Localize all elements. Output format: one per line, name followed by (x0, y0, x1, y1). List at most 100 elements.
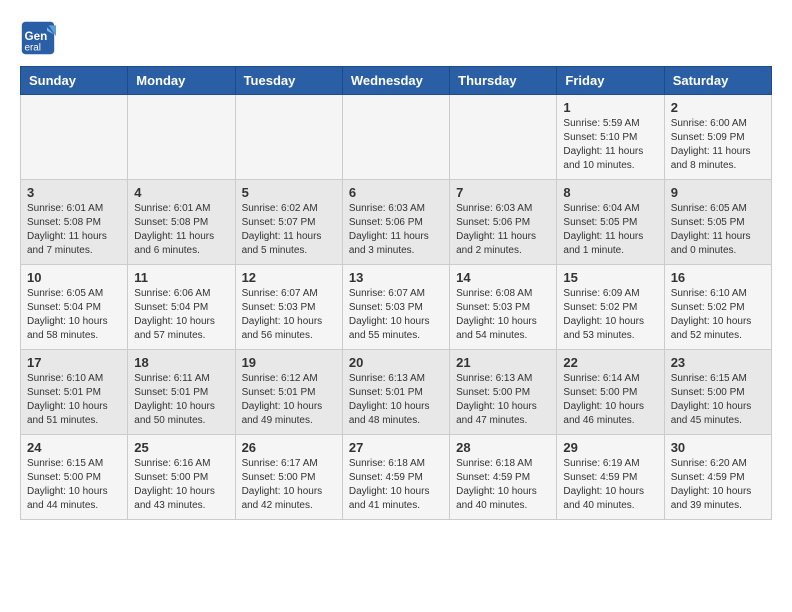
calendar-cell: 5 Sunrise: 6:02 AM Sunset: 5:07 PM Daylig… (235, 180, 342, 265)
calendar-body: 1 Sunrise: 5:59 AM Sunset: 5:10 PM Daylig… (21, 95, 772, 520)
day-number: 19 (242, 355, 336, 370)
calendar-cell: 26 Sunrise: 6:17 AM Sunset: 5:00 PM Dayli… (235, 435, 342, 520)
day-number: 8 (563, 185, 657, 200)
day-info: Sunrise: 6:01 AM Sunset: 5:08 PM Dayligh… (134, 202, 228, 258)
calendar-cell: 7 Sunrise: 6:03 AM Sunset: 5:06 PM Daylig… (450, 180, 557, 265)
day-info: Sunrise: 6:20 AM Sunset: 4:59 PM Dayligh… (671, 457, 765, 513)
calendar-cell: 3 Sunrise: 6:01 AM Sunset: 5:08 PM Daylig… (21, 180, 128, 265)
day-info: Sunrise: 6:14 AM Sunset: 5:00 PM Dayligh… (563, 372, 657, 428)
day-info: Sunrise: 6:03 AM Sunset: 5:06 PM Dayligh… (456, 202, 550, 258)
day-info: Sunrise: 6:10 AM Sunset: 5:02 PM Dayligh… (671, 287, 765, 343)
header-day-saturday: Saturday (664, 67, 771, 95)
logo-icon: Gen eral (20, 20, 56, 56)
calendar-cell: 22 Sunrise: 6:14 AM Sunset: 5:00 PM Dayli… (557, 350, 664, 435)
day-info: Sunrise: 6:08 AM Sunset: 5:03 PM Dayligh… (456, 287, 550, 343)
day-info: Sunrise: 6:15 AM Sunset: 5:00 PM Dayligh… (671, 372, 765, 428)
day-number: 4 (134, 185, 228, 200)
calendar-cell: 18 Sunrise: 6:11 AM Sunset: 5:01 PM Dayli… (128, 350, 235, 435)
header-row: SundayMondayTuesdayWednesdayThursdayFrid… (21, 67, 772, 95)
day-number: 5 (242, 185, 336, 200)
day-number: 1 (563, 100, 657, 115)
calendar-cell: 6Sunrise: 6:03 AM Sunset: 5:06 PM Daylig… (342, 180, 449, 265)
day-info: Sunrise: 6:00 AM Sunset: 5:09 PM Dayligh… (671, 117, 765, 173)
day-number: 27 (349, 440, 443, 455)
day-info: Sunrise: 6:07 AM Sunset: 5:03 PM Dayligh… (349, 287, 443, 343)
calendar-cell: 14Sunrise: 6:08 AM Sunset: 5:03 PM Dayli… (450, 265, 557, 350)
calendar-cell: 2 Sunrise: 6:00 AM Sunset: 5:09 PM Daylig… (664, 95, 771, 180)
calendar-cell (450, 95, 557, 180)
day-info: Sunrise: 6:07 AM Sunset: 5:03 PM Dayligh… (242, 287, 336, 343)
calendar-cell: 4 Sunrise: 6:01 AM Sunset: 5:08 PM Daylig… (128, 180, 235, 265)
calendar-table: SundayMondayTuesdayWednesdayThursdayFrid… (20, 66, 772, 520)
day-number: 17 (27, 355, 121, 370)
day-info: Sunrise: 6:03 AM Sunset: 5:06 PM Dayligh… (349, 202, 443, 258)
svg-text:Gen: Gen (25, 30, 48, 43)
day-number: 9 (671, 185, 765, 200)
day-info: Sunrise: 6:04 AM Sunset: 5:05 PM Dayligh… (563, 202, 657, 258)
week-row-5: 24Sunrise: 6:15 AM Sunset: 5:00 PM Dayli… (21, 435, 772, 520)
day-number: 29 (563, 440, 657, 455)
calendar-cell: 25 Sunrise: 6:16 AM Sunset: 5:00 PM Dayli… (128, 435, 235, 520)
day-number: 2 (671, 100, 765, 115)
day-number: 12 (242, 270, 336, 285)
logo: Gen eral (20, 20, 60, 56)
week-row-3: 10 Sunrise: 6:05 AM Sunset: 5:04 PM Dayli… (21, 265, 772, 350)
day-info: Sunrise: 6:13 AM Sunset: 5:00 PM Dayligh… (456, 372, 550, 428)
calendar-cell: 9 Sunrise: 6:05 AM Sunset: 5:05 PM Daylig… (664, 180, 771, 265)
calendar-cell: 1 Sunrise: 5:59 AM Sunset: 5:10 PM Daylig… (557, 95, 664, 180)
day-number: 3 (27, 185, 121, 200)
day-info: Sunrise: 6:02 AM Sunset: 5:07 PM Dayligh… (242, 202, 336, 258)
week-row-1: 1 Sunrise: 5:59 AM Sunset: 5:10 PM Daylig… (21, 95, 772, 180)
svg-text:eral: eral (25, 43, 41, 54)
calendar-cell: 28Sunrise: 6:18 AM Sunset: 4:59 PM Dayli… (450, 435, 557, 520)
calendar-cell: 21 Sunrise: 6:13 AM Sunset: 5:00 PM Dayli… (450, 350, 557, 435)
week-row-2: 3 Sunrise: 6:01 AM Sunset: 5:08 PM Daylig… (21, 180, 772, 265)
calendar-cell: 10 Sunrise: 6:05 AM Sunset: 5:04 PM Dayli… (21, 265, 128, 350)
day-info: Sunrise: 6:18 AM Sunset: 4:59 PM Dayligh… (349, 457, 443, 513)
calendar-cell: 29 Sunrise: 6:19 AM Sunset: 4:59 PM Dayli… (557, 435, 664, 520)
header-day-tuesday: Tuesday (235, 67, 342, 95)
day-number: 7 (456, 185, 550, 200)
calendar-cell: 23 Sunrise: 6:15 AM Sunset: 5:00 PM Dayli… (664, 350, 771, 435)
calendar-cell: 20 Sunrise: 6:13 AM Sunset: 5:01 PM Dayli… (342, 350, 449, 435)
day-info: Sunrise: 6:18 AM Sunset: 4:59 PM Dayligh… (456, 457, 550, 513)
day-number: 21 (456, 355, 550, 370)
calendar-cell: 8 Sunrise: 6:04 AM Sunset: 5:05 PM Daylig… (557, 180, 664, 265)
calendar-cell: 12 Sunrise: 6:07 AM Sunset: 5:03 PM Dayli… (235, 265, 342, 350)
day-info: Sunrise: 6:16 AM Sunset: 5:00 PM Dayligh… (134, 457, 228, 513)
day-info: Sunrise: 6:15 AM Sunset: 5:00 PM Dayligh… (27, 457, 121, 513)
calendar-cell: 11Sunrise: 6:06 AM Sunset: 5:04 PM Dayli… (128, 265, 235, 350)
calendar-cell (342, 95, 449, 180)
calendar-cell: 27 Sunrise: 6:18 AM Sunset: 4:59 PM Dayli… (342, 435, 449, 520)
header-day-thursday: Thursday (450, 67, 557, 95)
calendar-cell: 15 Sunrise: 6:09 AM Sunset: 5:02 PM Dayli… (557, 265, 664, 350)
header-day-sunday: Sunday (21, 67, 128, 95)
calendar-cell (235, 95, 342, 180)
day-number: 20 (349, 355, 443, 370)
day-info: Sunrise: 6:13 AM Sunset: 5:01 PM Dayligh… (349, 372, 443, 428)
calendar-cell: 30 Sunrise: 6:20 AM Sunset: 4:59 PM Dayli… (664, 435, 771, 520)
day-info: Sunrise: 6:12 AM Sunset: 5:01 PM Dayligh… (242, 372, 336, 428)
day-number: 18 (134, 355, 228, 370)
day-number: 30 (671, 440, 765, 455)
day-info: Sunrise: 6:11 AM Sunset: 5:01 PM Dayligh… (134, 372, 228, 428)
day-number: 15 (563, 270, 657, 285)
day-number: 25 (134, 440, 228, 455)
day-info: Sunrise: 6:09 AM Sunset: 5:02 PM Dayligh… (563, 287, 657, 343)
day-info: Sunrise: 6:01 AM Sunset: 5:08 PM Dayligh… (27, 202, 121, 258)
day-info: Sunrise: 6:05 AM Sunset: 5:05 PM Dayligh… (671, 202, 765, 258)
day-number: 26 (242, 440, 336, 455)
day-number: 10 (27, 270, 121, 285)
day-info: Sunrise: 6:17 AM Sunset: 5:00 PM Dayligh… (242, 457, 336, 513)
calendar-cell: 19 Sunrise: 6:12 AM Sunset: 5:01 PM Dayli… (235, 350, 342, 435)
day-number: 22 (563, 355, 657, 370)
calendar-header: SundayMondayTuesdayWednesdayThursdayFrid… (21, 67, 772, 95)
day-number: 13 (349, 270, 443, 285)
day-info: Sunrise: 6:19 AM Sunset: 4:59 PM Dayligh… (563, 457, 657, 513)
calendar-cell: 24Sunrise: 6:15 AM Sunset: 5:00 PM Dayli… (21, 435, 128, 520)
day-info: Sunrise: 6:05 AM Sunset: 5:04 PM Dayligh… (27, 287, 121, 343)
calendar-cell: 16Sunrise: 6:10 AM Sunset: 5:02 PM Dayli… (664, 265, 771, 350)
day-info: Sunrise: 5:59 AM Sunset: 5:10 PM Dayligh… (563, 117, 657, 173)
day-number: 23 (671, 355, 765, 370)
header-day-wednesday: Wednesday (342, 67, 449, 95)
